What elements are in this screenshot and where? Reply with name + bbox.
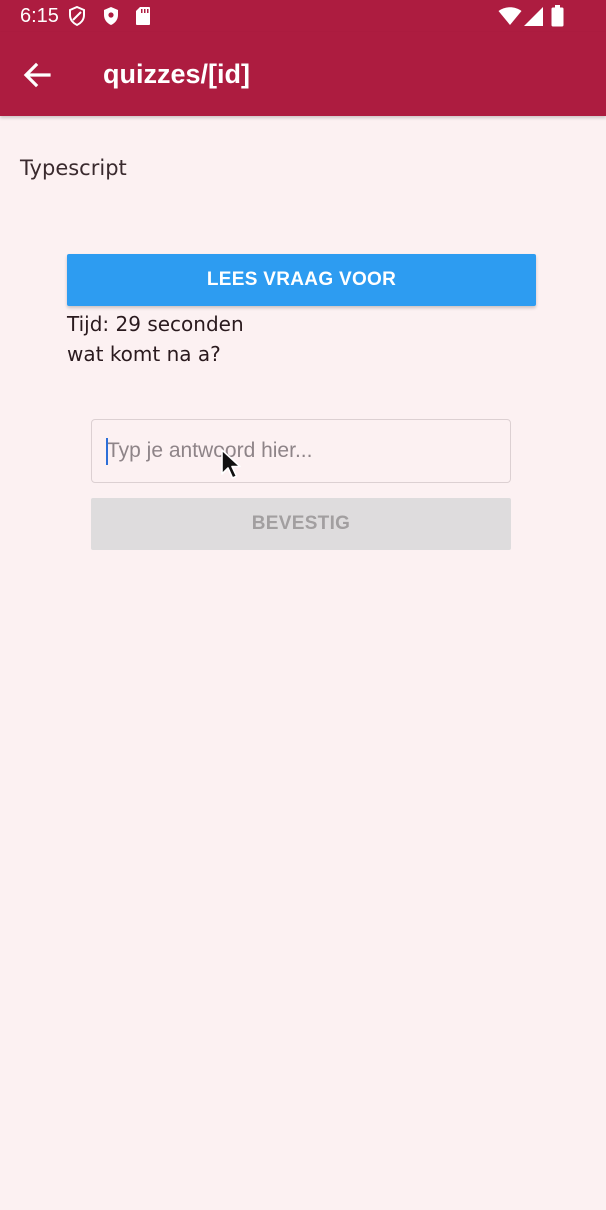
- page-title: quizzes/[id]: [103, 59, 250, 89]
- wifi-icon: [498, 7, 522, 25]
- shield-outline-icon: [69, 6, 85, 26]
- sd-card-icon: [136, 7, 150, 25]
- quiz-category-label: Typescript: [20, 156, 127, 180]
- shield-filled-icon: [104, 7, 118, 25]
- confirm-button[interactable]: BEVESTIG: [91, 498, 511, 550]
- signal-icon: [524, 7, 543, 26]
- question-text: wat komt na a?: [67, 342, 221, 366]
- app-bar: quizzes/[id]: [0, 32, 606, 116]
- back-button[interactable]: [14, 52, 60, 98]
- arrow-left-icon: [23, 62, 51, 88]
- read-question-button[interactable]: LEES VRAAG VOOR: [67, 254, 536, 306]
- timer-text: Tijd: 29 seconden: [67, 312, 244, 336]
- status-bar: 6:15: [0, 0, 606, 32]
- answer-input[interactable]: [91, 419, 511, 483]
- battery-icon: [551, 5, 564, 27]
- mouse-pointer-icon: [221, 449, 241, 479]
- text-caret: [106, 438, 108, 465]
- status-time: 6:15: [20, 5, 59, 27]
